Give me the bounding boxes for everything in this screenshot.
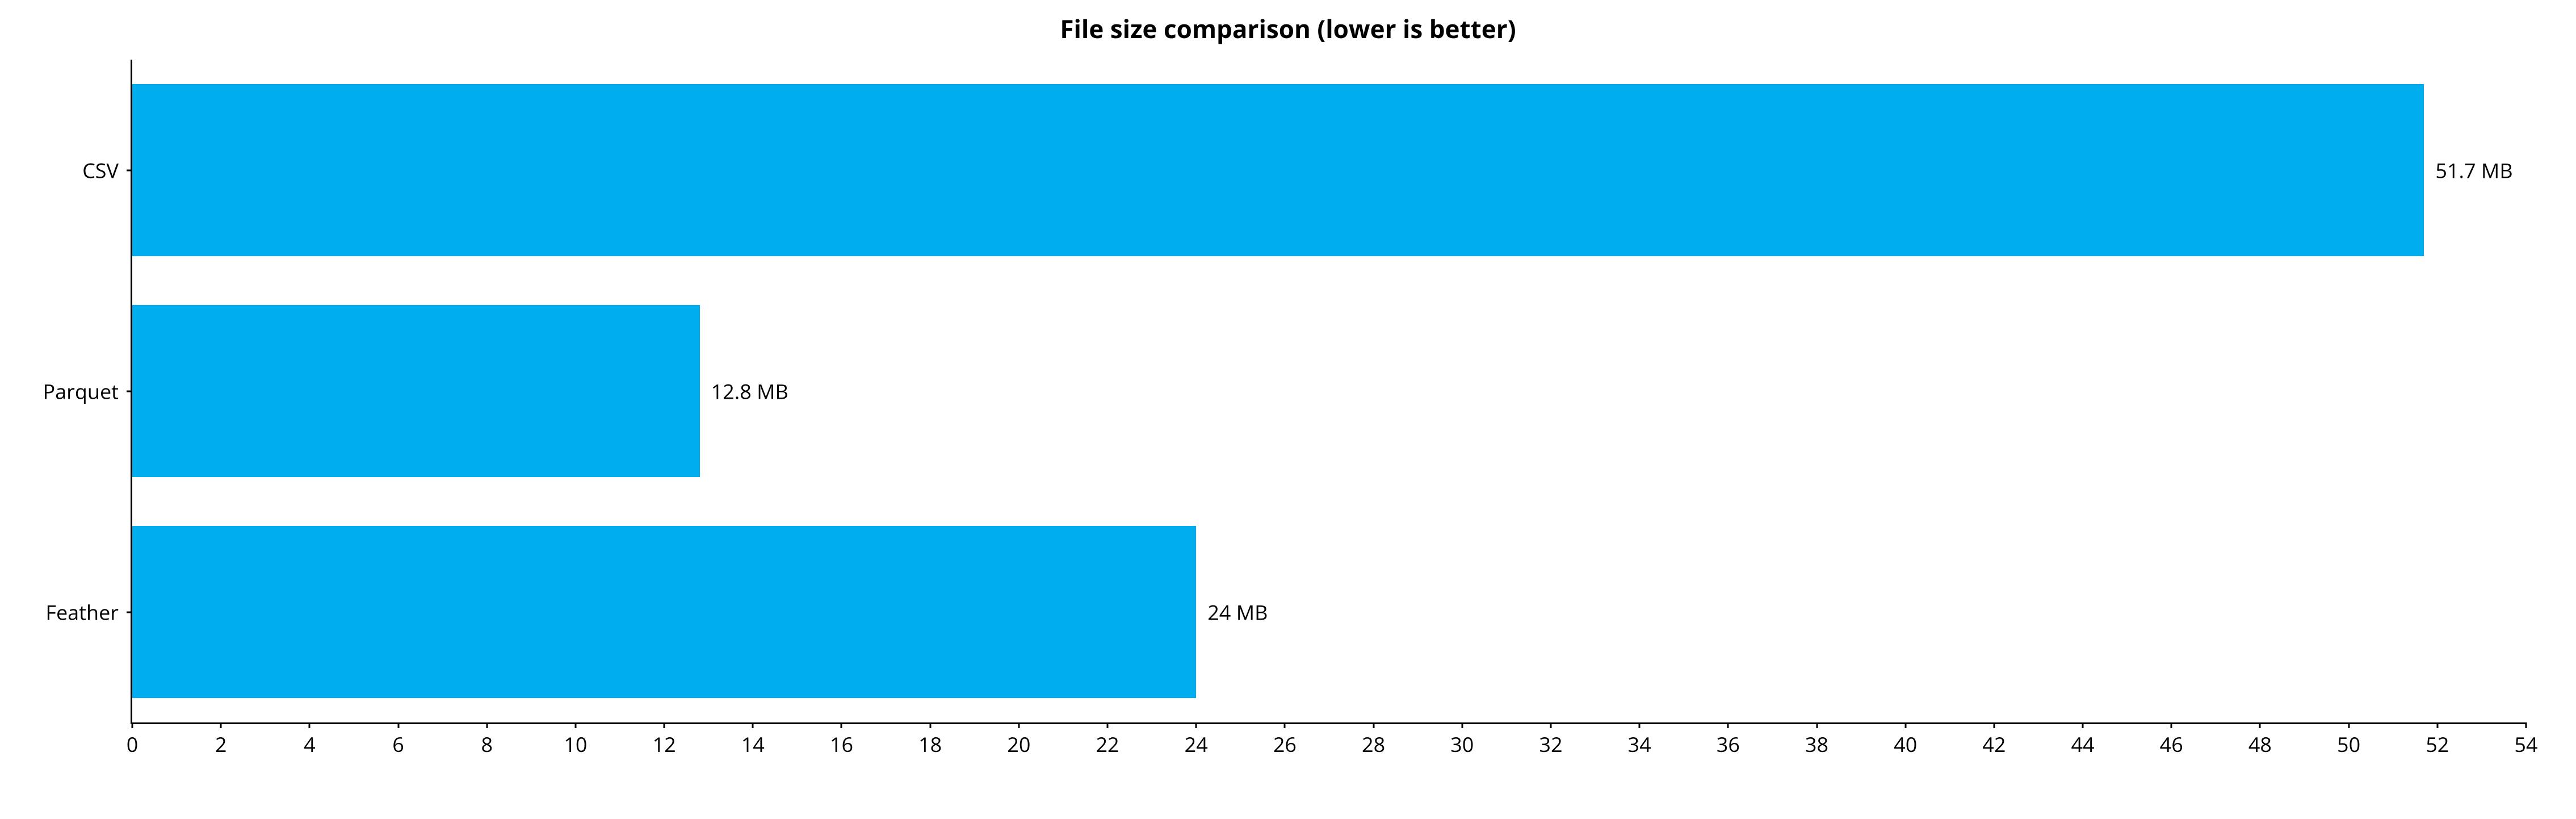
bar-parquet bbox=[132, 305, 700, 477]
x-tick-mark bbox=[2436, 722, 2438, 728]
x-tick-label: 2 bbox=[215, 730, 227, 758]
x-tick-mark bbox=[574, 722, 576, 728]
x-tick-mark bbox=[2082, 722, 2084, 728]
x-tick-label: 54 bbox=[2514, 730, 2537, 758]
x-tick-label: 50 bbox=[2337, 730, 2360, 758]
x-tick-label: 6 bbox=[392, 730, 404, 758]
x-tick-label: 10 bbox=[564, 730, 587, 758]
x-tick-label: 44 bbox=[2071, 730, 2094, 758]
x-tick-mark bbox=[1461, 722, 1463, 728]
x-tick-label: 26 bbox=[1273, 730, 1297, 758]
axes: CSV51.7 MBParquet12.8 MBFeather24 MB0246… bbox=[131, 60, 2526, 724]
x-tick-mark bbox=[1727, 722, 1729, 728]
x-tick-mark bbox=[2525, 722, 2527, 728]
x-tick-mark bbox=[486, 722, 488, 728]
x-tick-label: 20 bbox=[1007, 730, 1030, 758]
x-tick-label: 42 bbox=[1982, 730, 2006, 758]
y-tick-label: CSV bbox=[82, 156, 119, 184]
y-tick-mark bbox=[127, 390, 132, 392]
x-tick-mark bbox=[397, 722, 399, 728]
x-tick-label: 38 bbox=[1805, 730, 1828, 758]
x-tick-label: 16 bbox=[830, 730, 853, 758]
x-tick-mark bbox=[132, 722, 133, 728]
x-tick-label: 22 bbox=[1096, 730, 1119, 758]
x-tick-mark bbox=[2259, 722, 2261, 728]
x-tick-label: 28 bbox=[1362, 730, 1385, 758]
x-tick-mark bbox=[309, 722, 311, 728]
x-tick-mark bbox=[1373, 722, 1374, 728]
x-tick-mark bbox=[1018, 722, 1020, 728]
x-tick-label: 30 bbox=[1450, 730, 1474, 758]
x-tick-mark bbox=[664, 722, 665, 728]
x-tick-mark bbox=[2171, 722, 2172, 728]
chart-container: File size comparison (lower is better) C… bbox=[0, 0, 2576, 819]
x-tick-label: 34 bbox=[1628, 730, 1651, 758]
x-tick-mark bbox=[220, 722, 222, 728]
y-tick-label: Parquet bbox=[43, 377, 119, 405]
x-tick-mark bbox=[1639, 722, 1641, 728]
x-tick-label: 24 bbox=[1185, 730, 1208, 758]
bar-value-label: 12.8 MB bbox=[711, 377, 788, 405]
x-tick-mark bbox=[929, 722, 931, 728]
x-tick-label: 40 bbox=[1894, 730, 1917, 758]
x-tick-mark bbox=[2348, 722, 2350, 728]
x-tick-mark bbox=[1195, 722, 1197, 728]
bar-feather bbox=[132, 526, 1196, 698]
y-tick-mark bbox=[127, 169, 132, 171]
x-tick-label: 46 bbox=[2160, 730, 2183, 758]
x-tick-label: 14 bbox=[741, 730, 765, 758]
x-tick-label: 0 bbox=[127, 730, 139, 758]
x-tick-label: 52 bbox=[2426, 730, 2449, 758]
bar-csv bbox=[132, 84, 2424, 256]
chart-title: File size comparison (lower is better) bbox=[0, 11, 2576, 45]
x-tick-mark bbox=[841, 722, 842, 728]
x-tick-mark bbox=[1550, 722, 1551, 728]
plot-area: CSV51.7 MBParquet12.8 MBFeather24 MB0246… bbox=[131, 60, 2526, 758]
x-tick-mark bbox=[1284, 722, 1286, 728]
x-tick-label: 32 bbox=[1539, 730, 1562, 758]
x-tick-mark bbox=[752, 722, 754, 728]
x-tick-mark bbox=[1904, 722, 1906, 728]
x-tick-label: 18 bbox=[918, 730, 942, 758]
x-tick-label: 36 bbox=[1717, 730, 1740, 758]
bar-value-label: 24 MB bbox=[1207, 598, 1268, 626]
x-tick-label: 4 bbox=[304, 730, 316, 758]
x-tick-label: 12 bbox=[653, 730, 676, 758]
x-tick-mark bbox=[1816, 722, 1818, 728]
bar-value-label: 51.7 MB bbox=[2435, 156, 2512, 184]
x-tick-label: 48 bbox=[2248, 730, 2272, 758]
y-tick-mark bbox=[127, 611, 132, 613]
x-tick-mark bbox=[1993, 722, 1995, 728]
x-tick-mark bbox=[1107, 722, 1109, 728]
y-tick-label: Feather bbox=[45, 598, 119, 626]
x-tick-label: 8 bbox=[481, 730, 493, 758]
